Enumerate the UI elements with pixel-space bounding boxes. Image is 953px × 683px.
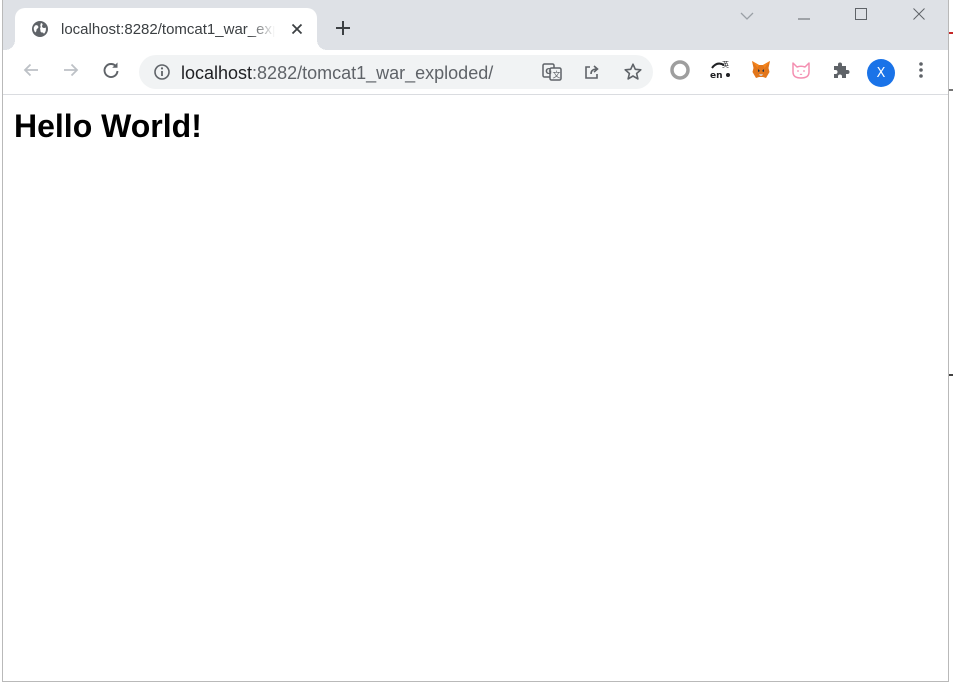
arrow-left-icon — [22, 61, 40, 84]
profile-avatar[interactable]: X — [867, 59, 895, 87]
background-window-edge — [949, 372, 953, 378]
url-host: localhost — [181, 63, 253, 83]
tab-strip: localhost:8282/tomcat1_war_exploded/ — [3, 0, 948, 50]
browser-window: localhost:8282/tomcat1_war_exploded/ — [2, 0, 949, 682]
svg-text:英: 英 — [722, 60, 729, 69]
cat-extension-icon — [790, 59, 812, 86]
dictionary-extension-icon: 英 en — [709, 59, 733, 86]
svg-text:文: 文 — [553, 70, 561, 80]
address-bar[interactable]: localhost:8282/tomcat1_war_exploded/ G 文 — [139, 55, 653, 89]
ring-extension-icon — [669, 59, 691, 86]
minimize-icon — [798, 7, 810, 25]
tab-title: localhost:8282/tomcat1_war_exploded/ — [61, 20, 275, 38]
metamask-extension-button[interactable] — [745, 56, 777, 88]
metamask-fox-icon — [750, 59, 772, 86]
svg-text:G: G — [545, 67, 552, 76]
background-window-edge — [949, 86, 953, 96]
tab-search-button[interactable] — [724, 0, 770, 32]
info-icon[interactable] — [153, 63, 171, 86]
share-icon[interactable] — [583, 63, 601, 86]
maximize-button[interactable] — [838, 0, 884, 32]
active-tab[interactable]: localhost:8282/tomcat1_war_exploded/ — [5, 8, 327, 50]
translate-icon[interactable]: G 文 — [542, 63, 562, 86]
reload-icon — [102, 61, 120, 84]
cat-extension-button[interactable] — [785, 56, 817, 88]
reload-button[interactable] — [95, 56, 127, 88]
chevron-down-icon — [740, 7, 754, 25]
extensions-button[interactable] — [825, 56, 857, 88]
dictionary-extension-button[interactable]: 英 en — [705, 56, 737, 88]
url-text[interactable]: localhost:8282/tomcat1_war_exploded/ — [181, 63, 493, 83]
forward-button[interactable] — [55, 56, 87, 88]
arrow-right-icon — [62, 61, 80, 84]
toolbar: localhost:8282/tomcat1_war_exploded/ G 文 — [3, 50, 948, 95]
background-window-edge — [949, 30, 953, 44]
maximize-icon — [855, 7, 867, 25]
minimize-button[interactable] — [781, 0, 827, 32]
menu-button[interactable] — [905, 56, 937, 88]
close-window-button[interactable] — [896, 0, 942, 32]
ring-extension-button[interactable] — [664, 56, 696, 88]
more-vert-icon — [918, 61, 924, 84]
url-path: :8282/tomcat1_war_exploded/ — [252, 63, 494, 83]
page-content: Hello World! — [3, 96, 948, 681]
plus-icon — [335, 20, 351, 41]
page-heading: Hello World! — [14, 108, 202, 144]
close-icon[interactable] — [287, 19, 307, 39]
star-icon[interactable] — [623, 62, 643, 87]
back-button[interactable] — [15, 56, 47, 88]
puzzle-icon — [831, 60, 851, 85]
svg-text:en: en — [710, 71, 723, 81]
new-tab-button[interactable] — [329, 16, 357, 44]
globe-icon — [31, 20, 49, 38]
close-icon — [913, 7, 925, 25]
